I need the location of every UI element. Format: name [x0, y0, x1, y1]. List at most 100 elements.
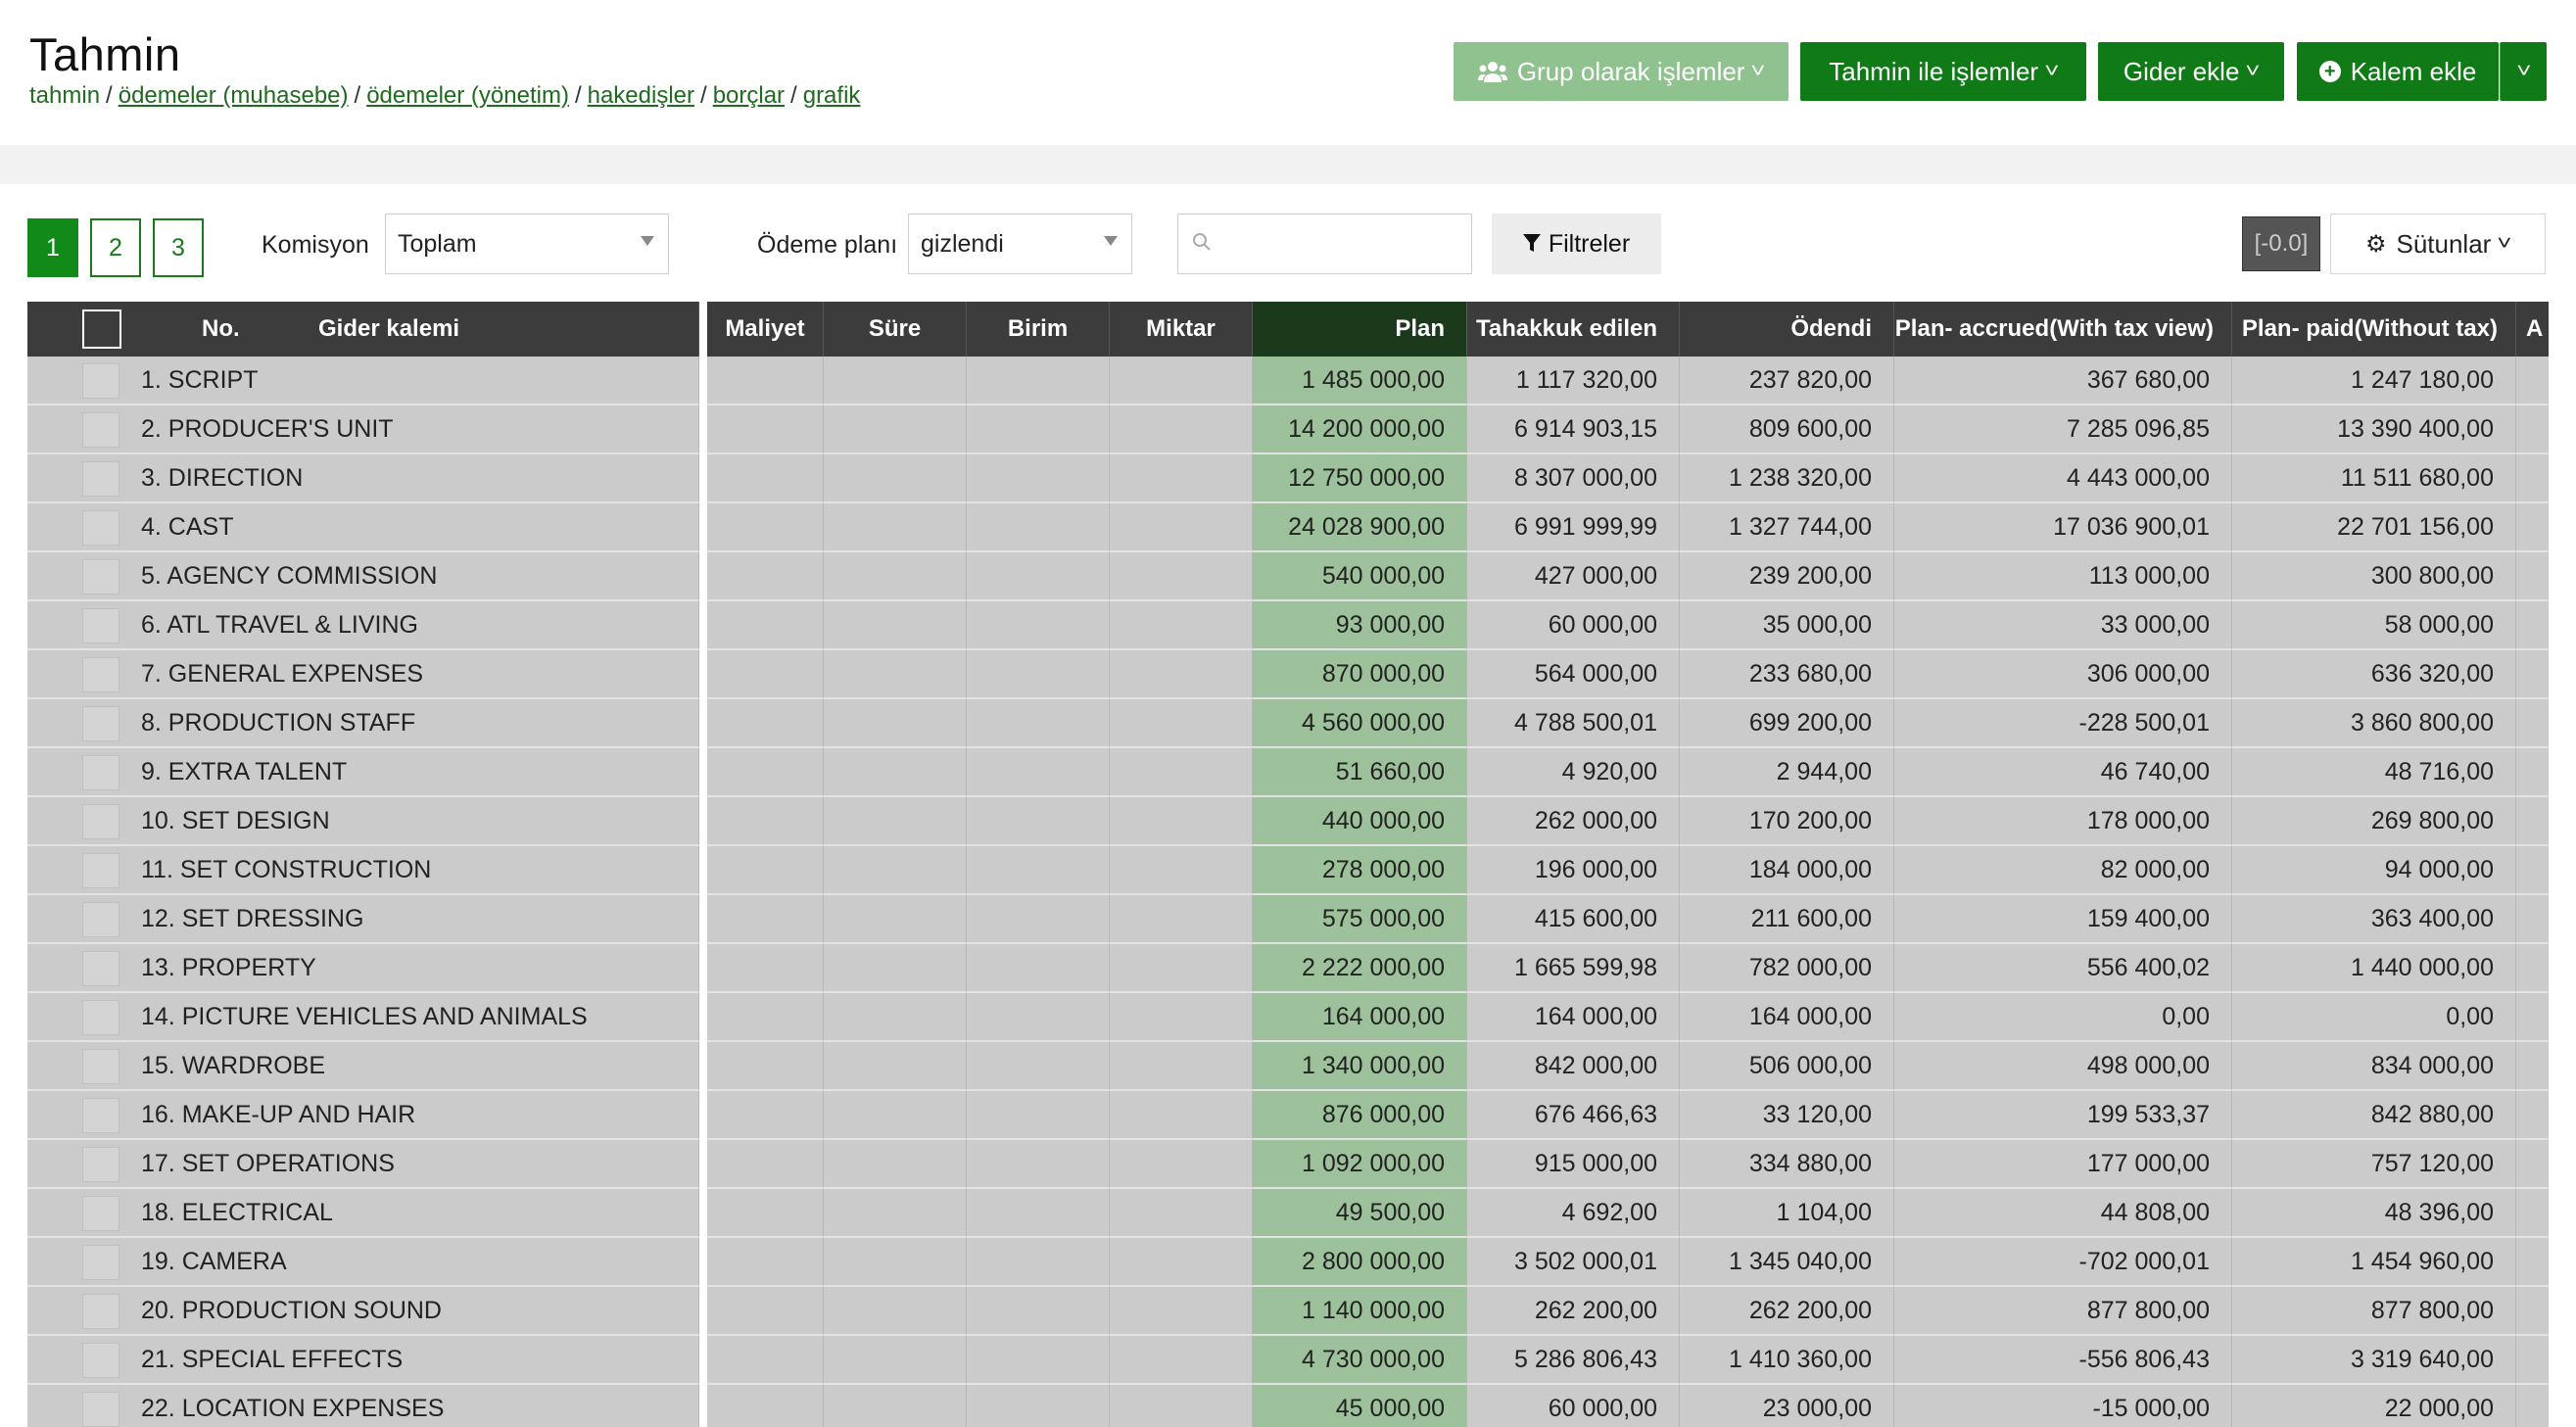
row-checkbox[interactable]: [82, 1196, 119, 1231]
row-checkbox[interactable]: [82, 1245, 119, 1280]
row-checkbox[interactable]: [82, 804, 119, 839]
row-checkbox[interactable]: [82, 902, 119, 937]
table-row[interactable]: 16. MAKE-UP AND HAIR 876 000,00 676 466,63…: [27, 1091, 2549, 1140]
table-row[interactable]: 17. SET OPERATIONS 1 092 000,00 915 000,00…: [27, 1140, 2549, 1189]
search-input[interactable]: [1177, 214, 1472, 274]
item-name[interactable]: 19. CAMERA: [141, 1248, 287, 1276]
item-name[interactable]: 17. SET OPERATIONS: [141, 1150, 395, 1178]
header-next-column[interactable]: A: [2516, 302, 2549, 357]
table-row[interactable]: 20. PRODUCTION SOUND 1 140 000,00 262 200,…: [27, 1287, 2549, 1336]
row-checkbox[interactable]: [82, 559, 119, 595]
table-row[interactable]: 14. PICTURE VEHICLES AND ANIMALS 164 000,…: [27, 993, 2549, 1042]
table-row[interactable]: 2. PRODUCER'S UNIT 14 200 000,00 6 914 903…: [27, 405, 2549, 454]
header-no[interactable]: No.: [202, 315, 240, 343]
item-name[interactable]: 7. GENERAL EXPENSES: [141, 660, 423, 689]
item-name[interactable]: 4. CAST: [141, 513, 233, 542]
header-duration[interactable]: Süre: [824, 302, 967, 357]
table-row[interactable]: 7. GENERAL EXPENSES 870 000,00 564 000,00 2…: [27, 650, 2549, 699]
header-paid[interactable]: Ödendi: [1680, 302, 1894, 357]
row-checkbox[interactable]: [82, 706, 119, 741]
cost-cell: [707, 748, 824, 797]
unit-cell: [967, 552, 1110, 601]
row-checkbox[interactable]: [82, 1392, 119, 1427]
table-row[interactable]: 5. AGENCY COMMISSION 540 000,00 427 000,00…: [27, 552, 2549, 601]
breadcrumb-link-payments-management[interactable]: ödemeler (yönetim): [366, 82, 569, 109]
table-row[interactable]: 10. SET DESIGN 440 000,00 262 000,00 170 20…: [27, 797, 2549, 846]
header-quantity[interactable]: Miktar: [1110, 302, 1253, 357]
row-checkbox[interactable]: [82, 363, 119, 399]
commission-select[interactable]: Toplam: [385, 214, 669, 274]
header-plan-paid[interactable]: Plan- paid(Without tax): [2232, 302, 2516, 357]
row-checkbox[interactable]: [82, 1000, 119, 1035]
header-cost[interactable]: Maliyet: [707, 302, 824, 357]
table-row[interactable]: 3. DIRECTION 12 750 000,00 8 307 000,00 1 2…: [27, 454, 2549, 503]
header-expense-item[interactable]: Gider kalemi: [318, 315, 459, 343]
row-checkbox[interactable]: [82, 1343, 119, 1378]
table-row[interactable]: 9. EXTRA TALENT 51 660,00 4 920,00 2 944,00…: [27, 748, 2549, 797]
page-button-1[interactable]: 1: [27, 218, 78, 277]
table-row[interactable]: 21. SPECIAL EFFECTS 4 730 000,00 5 286 806…: [27, 1336, 2549, 1385]
columns-button[interactable]: ⚙ Sütunlar ˅: [2330, 214, 2546, 274]
payment-plan-select[interactable]: gizlendi: [908, 214, 1132, 274]
item-name[interactable]: 6. ATL TRAVEL & LIVING: [141, 611, 418, 640]
item-name[interactable]: 12. SET DRESSING: [141, 905, 363, 933]
item-name[interactable]: 21. SPECIAL EFFECTS: [141, 1346, 403, 1374]
table-row[interactable]: 4. CAST 24 028 900,00 6 991 999,99 1 327 74…: [27, 503, 2549, 552]
table-row[interactable]: 18. ELECTRICAL 49 500,00 4 692,00 1 104,00 4…: [27, 1189, 2549, 1238]
row-checkbox[interactable]: [82, 951, 119, 986]
item-name[interactable]: 9. EXTRA TALENT: [141, 758, 347, 786]
row-checkbox[interactable]: [82, 755, 119, 790]
table-row[interactable]: 15. WARDROBE 1 340 000,00 842 000,00 506 00…: [27, 1042, 2549, 1091]
table-row[interactable]: 22. LOCATION EXPENSES 45 000,00 60 000,00 2…: [27, 1385, 2549, 1427]
row-checkbox[interactable]: [82, 1098, 119, 1133]
table-row[interactable]: 8. PRODUCTION STAFF 4 560 000,00 4 788 500…: [27, 699, 2549, 748]
add-item-dropdown-toggle[interactable]: ˅: [2500, 42, 2547, 101]
row-checkbox[interactable]: [82, 510, 119, 546]
page-button-2[interactable]: 2: [90, 218, 141, 277]
row-checkbox[interactable]: [82, 608, 119, 643]
filters-button[interactable]: Filtreler: [1492, 214, 1661, 274]
row-checkbox[interactable]: [82, 853, 119, 888]
item-name[interactable]: 22. LOCATION EXPENSES: [141, 1395, 444, 1423]
row-checkbox[interactable]: [82, 1147, 119, 1182]
item-name[interactable]: 13. PROPERTY: [141, 954, 316, 982]
breadcrumb-link-progress-payments[interactable]: hakedişler: [588, 82, 694, 109]
header-plan-accrued[interactable]: Plan- accrued(With tax view): [1894, 302, 2232, 357]
item-name[interactable]: 11. SET CONSTRUCTION: [141, 856, 431, 884]
value-badge[interactable]: [-0.0]: [2242, 216, 2320, 271]
add-expense-button[interactable]: Gider ekle ˅: [2098, 42, 2284, 101]
item-name[interactable]: 14. PICTURE VEHICLES AND ANIMALS: [141, 1003, 588, 1031]
select-all-checkbox[interactable]: [82, 309, 121, 349]
item-name[interactable]: 1. SCRIPT: [141, 366, 258, 395]
item-name[interactable]: 3. DIRECTION: [141, 464, 303, 493]
row-checkbox[interactable]: [82, 461, 119, 497]
item-name[interactable]: 15. WARDROBE: [141, 1052, 325, 1080]
row-checkbox[interactable]: [82, 1049, 119, 1084]
breadcrumb-link-debts[interactable]: borçlar: [713, 82, 785, 109]
table-row[interactable]: 13. PROPERTY 2 222 000,00 1 665 599,98 782 …: [27, 944, 2549, 993]
item-name[interactable]: 5. AGENCY COMMISSION: [141, 562, 437, 591]
header-plan[interactable]: Plan: [1253, 302, 1467, 357]
item-name[interactable]: 2. PRODUCER'S UNIT: [141, 415, 394, 444]
header-accrued[interactable]: Tahakkuk edilen: [1467, 302, 1680, 357]
item-name[interactable]: 10. SET DESIGN: [141, 807, 330, 835]
group-operations-button[interactable]: Grup olarak işlemler ˅: [1454, 42, 1789, 101]
forecast-operations-button[interactable]: Tahmin ile işlemler ˅: [1800, 42, 2086, 101]
item-name[interactable]: 16. MAKE-UP AND HAIR: [141, 1101, 415, 1129]
table-row[interactable]: 12. SET DRESSING 575 000,00 415 600,00 211 …: [27, 895, 2549, 944]
row-checkbox[interactable]: [82, 412, 119, 448]
breadcrumb-link-chart[interactable]: grafik: [803, 82, 861, 109]
header-unit[interactable]: Birim: [967, 302, 1110, 357]
add-item-button[interactable]: + Kalem ekle: [2297, 42, 2499, 101]
table-row[interactable]: 6. ATL TRAVEL & LIVING 93 000,00 60 000,00…: [27, 601, 2549, 650]
breadcrumb-link-payments-accounting[interactable]: ödemeler (muhasebe): [119, 82, 349, 109]
table-row[interactable]: 1. SCRIPT 1 485 000,00 1 117 320,00 237 820…: [27, 357, 2549, 405]
table-row[interactable]: 19. CAMERA 2 800 000,00 3 502 000,01 1 345 …: [27, 1238, 2549, 1287]
item-name[interactable]: 18. ELECTRICAL: [141, 1199, 333, 1227]
item-name[interactable]: 8. PRODUCTION STAFF: [141, 709, 415, 737]
page-button-3[interactable]: 3: [153, 218, 204, 277]
table-row[interactable]: 11. SET CONSTRUCTION 278 000,00 196 000,00…: [27, 846, 2549, 895]
item-name[interactable]: 20. PRODUCTION SOUND: [141, 1297, 442, 1325]
row-checkbox[interactable]: [82, 657, 119, 692]
row-checkbox[interactable]: [82, 1294, 119, 1329]
